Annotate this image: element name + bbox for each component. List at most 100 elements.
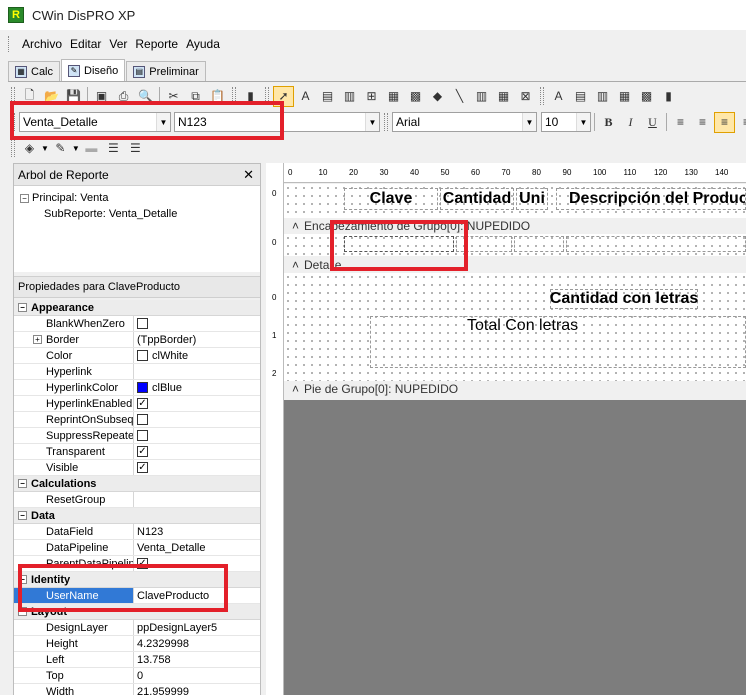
property-row[interactable]: Height 4.2329998 — [14, 636, 260, 652]
property-row[interactable]: Color clWhite — [14, 348, 260, 364]
richtext-tool-icon[interactable]: ▥ — [339, 86, 360, 107]
descripcion-field[interactable] — [566, 236, 746, 252]
tab-preview[interactable]: ▤ Preliminar — [126, 61, 206, 81]
property-category-appearance[interactable]: − Appearance — [14, 300, 260, 316]
line-width-icon[interactable]: ☰ — [125, 138, 146, 159]
property-row[interactable]: BlankWhenZero — [14, 316, 260, 332]
shape-tool-icon[interactable]: ◆ — [427, 86, 448, 107]
total-letras-field[interactable]: Total Con letras — [370, 316, 746, 368]
collapse-icon[interactable]: − — [18, 479, 27, 488]
menu-grip[interactable] — [8, 36, 12, 52]
property-row[interactable]: DesignLayer ppDesignLayer5 — [14, 620, 260, 636]
property-checkbox[interactable]: ✓ — [137, 398, 148, 409]
chevron-down-icon[interactable]: ▼ — [365, 113, 379, 131]
group-footer-band-label[interactable]: ˄ Pie de Grupo[0]: NUPEDIDO — [284, 381, 746, 397]
property-checkbox[interactable] — [137, 318, 148, 329]
property-value[interactable] — [134, 412, 260, 427]
dbcalc-tool-icon[interactable]: ▦ — [614, 86, 635, 107]
property-row[interactable]: ResetGroup — [14, 492, 260, 508]
close-icon[interactable]: ✕ — [243, 167, 254, 183]
dbimage-tool-icon[interactable]: ▩ — [636, 86, 657, 107]
tree-item-subreport[interactable]: SubReporte: Venta_Detalle — [20, 206, 254, 222]
crosstab-tool-icon[interactable]: ⊠ — [515, 86, 536, 107]
property-row[interactable]: SuppressRepeatec — [14, 428, 260, 444]
font-select[interactable]: Arial ▼ — [392, 112, 537, 132]
header-clave[interactable]: Clave — [344, 188, 438, 210]
property-value[interactable]: clBlue — [134, 380, 260, 395]
variable-tool-icon[interactable]: ▦ — [383, 86, 404, 107]
align-right-icon[interactable]: ≡ — [714, 111, 735, 133]
dbtext-tool-icon[interactable]: ▤ — [570, 86, 591, 107]
property-value[interactable]: ppDesignLayer5 — [134, 620, 260, 635]
align-center-icon[interactable]: ≡ — [692, 112, 713, 133]
property-row[interactable]: Left 13.758 — [14, 652, 260, 668]
sysvar-tool-icon[interactable]: ⊞ — [361, 86, 382, 107]
property-value[interactable] — [134, 364, 260, 379]
property-row[interactable]: HyperlinkEnabled ✓ — [14, 396, 260, 412]
chart-tool-icon[interactable]: ▥ — [471, 86, 492, 107]
dbbarcode-tool-icon[interactable]: ▮ — [658, 86, 679, 107]
cantidad-letras-label[interactable]: Cantidad con letras — [550, 289, 698, 309]
property-row[interactable]: DataField N123 — [14, 524, 260, 540]
italic-button[interactable]: I — [620, 112, 641, 133]
header-descripcion[interactable]: Descripción del Producto — [556, 188, 746, 210]
chevron-down-icon[interactable]: ▼ — [41, 144, 49, 153]
property-row[interactable]: Visible ✓ — [14, 460, 260, 476]
bold-button[interactable]: B — [598, 112, 619, 133]
toolbar-grip[interactable] — [11, 139, 15, 157]
memo-tool-icon[interactable]: ▤ — [317, 86, 338, 107]
chevron-down-icon[interactable]: ▼ — [522, 113, 536, 131]
property-row[interactable]: Top 0 — [14, 668, 260, 684]
label-tool-icon[interactable]: A — [295, 86, 316, 107]
chevron-down-icon[interactable]: ▼ — [576, 113, 590, 131]
property-row[interactable]: Hyperlink — [14, 364, 260, 380]
property-checkbox[interactable]: ✓ — [137, 462, 148, 473]
property-value[interactable]: (TppBorder) — [134, 332, 260, 347]
menu-ver[interactable]: Ver — [105, 37, 131, 51]
menu-reporte[interactable]: Reporte — [131, 37, 182, 51]
unidad-field[interactable] — [514, 236, 564, 252]
collapse-icon[interactable]: − — [20, 193, 29, 203]
property-checkbox[interactable]: ✓ — [137, 446, 148, 457]
menu-editar[interactable]: Editar — [66, 37, 105, 51]
property-row[interactable]: Transparent ✓ — [14, 444, 260, 460]
property-row[interactable]: HyperlinkColor clBlue — [14, 380, 260, 396]
property-category-calculations[interactable]: − Calculations — [14, 476, 260, 492]
property-value[interactable]: N123 — [134, 524, 260, 539]
align-justify-icon[interactable]: ≡ — [736, 112, 746, 133]
property-value[interactable] — [134, 428, 260, 443]
property-value[interactable]: ✓ — [134, 396, 260, 411]
line-style-icon[interactable]: ☰ — [103, 138, 124, 159]
image-tool-icon[interactable]: ▩ — [405, 86, 426, 107]
tab-design[interactable]: ✎ Diseño — [61, 59, 126, 81]
property-row[interactable]: DataPipeline Venta_Detalle — [14, 540, 260, 556]
property-checkbox[interactable] — [137, 414, 148, 425]
property-value[interactable] — [134, 492, 260, 507]
property-row[interactable]: + Border (TppBorder) — [14, 332, 260, 348]
property-category-data[interactable]: − Data — [14, 508, 260, 524]
line-tool-icon[interactable]: ╲ — [449, 86, 470, 107]
property-row[interactable]: ReprintOnSubsequ — [14, 412, 260, 428]
dblabel-tool-icon[interactable]: A — [548, 86, 569, 107]
tree-item-principal[interactable]: − Principal: Venta — [20, 190, 254, 206]
tab-calc[interactable]: ▦ Calc — [8, 61, 61, 81]
chevron-down-icon[interactable]: ▼ — [72, 144, 80, 153]
font-size-select[interactable]: 10 ▼ — [541, 112, 591, 132]
highlight-color-icon[interactable]: ▬ — [81, 138, 102, 159]
toolbar-grip[interactable] — [384, 113, 388, 131]
fill-color-icon[interactable]: ◈ — [19, 138, 40, 159]
property-value[interactable]: ✓ — [134, 460, 260, 475]
checkbox-tool-icon[interactable]: ▦ — [493, 86, 514, 107]
dbmemo-tool-icon[interactable]: ▥ — [592, 86, 613, 107]
collapse-icon[interactable]: − — [18, 511, 27, 520]
property-value[interactable] — [134, 316, 260, 331]
header-cantidad[interactable]: Cantidad — [440, 188, 514, 210]
underline-button[interactable]: U — [642, 112, 663, 133]
property-value[interactable]: 13.758 — [134, 652, 260, 667]
toolbar-grip[interactable] — [540, 87, 544, 105]
align-left-icon[interactable]: ≡ — [670, 112, 691, 133]
header-unidad[interactable]: Uni — [516, 188, 548, 210]
property-value[interactable]: 4.2329998 — [134, 636, 260, 651]
property-value[interactable]: Venta_Detalle — [134, 540, 260, 555]
property-value[interactable]: ✓ — [134, 444, 260, 459]
